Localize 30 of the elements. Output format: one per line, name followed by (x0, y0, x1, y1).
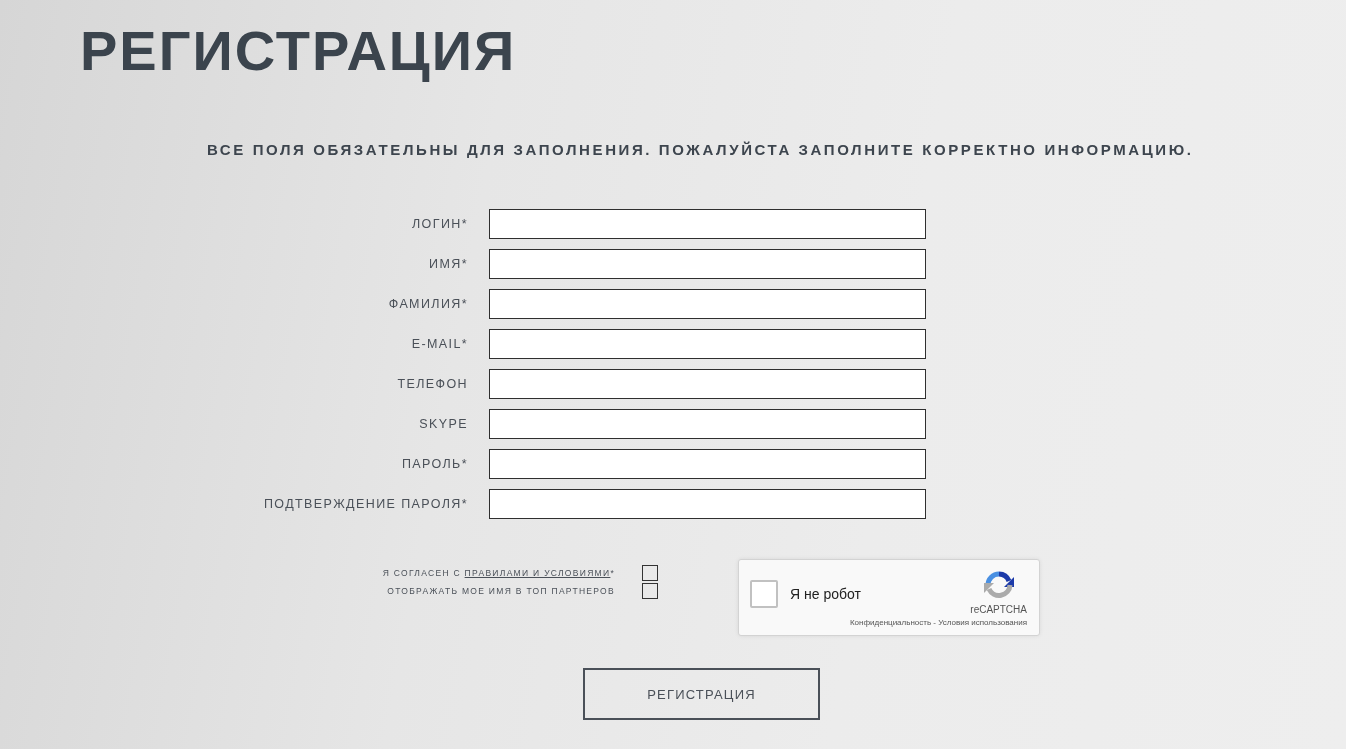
field-label: ПАРОЛЬ* (400, 457, 468, 471)
field-label: ПОДТВЕРЖДЕНИЕ ПАРОЛЯ* (262, 497, 468, 511)
checkbox[interactable] (642, 565, 658, 581)
input-field[interactable] (489, 329, 926, 359)
field-label: E-MAIL* (410, 337, 468, 351)
terms-link[interactable]: ПРАВИЛАМИ И УСЛОВИЯМИ (464, 568, 611, 578)
input-field[interactable] (489, 249, 926, 279)
terms-link[interactable]: Условия использования (938, 618, 1027, 627)
checkbox[interactable] (642, 583, 658, 599)
input-field[interactable] (489, 289, 926, 319)
input-field[interactable] (489, 409, 926, 439)
captcha-label: Я не робот (790, 586, 862, 602)
circular-arrows-icon (982, 569, 1015, 601)
field-label: ЛОГИН* (411, 217, 468, 231)
captcha-checkbox[interactable] (750, 580, 778, 608)
input-field[interactable] (489, 489, 926, 519)
field-label: ФАМИЛИЯ* (387, 297, 468, 311)
input-field[interactable] (489, 449, 926, 479)
privacy-link[interactable]: Конфиденциальность (849, 618, 932, 627)
captcha-footer-text: Конфиденциальность - Условия использования (848, 618, 1027, 627)
required-fields-notice: ВСЕ ПОЛЯ ОБЯЗАТЕЛЬНЫ ДЛЯ ЗАПОЛНЕНИЯ. ПОЖАЛУЙСТА ЗАПОЛНИТЕ КОРРЕКТНО ИНФОРМАЦИЮ. (207, 140, 1194, 160)
captcha-brand-text: reCAPTCHA (970, 604, 1027, 615)
field-label: ИМЯ* (428, 257, 468, 271)
field-label: ТЕЛЕФОН (396, 377, 468, 391)
input-field[interactable] (489, 369, 926, 399)
register-button[interactable]: РЕГИСТРАЦИЯ (583, 668, 820, 720)
agreement-label: Я СОГЛАСЕН С ПРАВИЛАМИ И УСЛОВИЯМИ* (382, 568, 615, 578)
field-label: SKYPE (418, 417, 468, 431)
input-field[interactable] (489, 209, 926, 239)
agreement-label: ОТОБРАЖАТЬ МОЕ ИМЯ В ТОП ПАРТНЕРОВ (387, 586, 615, 596)
